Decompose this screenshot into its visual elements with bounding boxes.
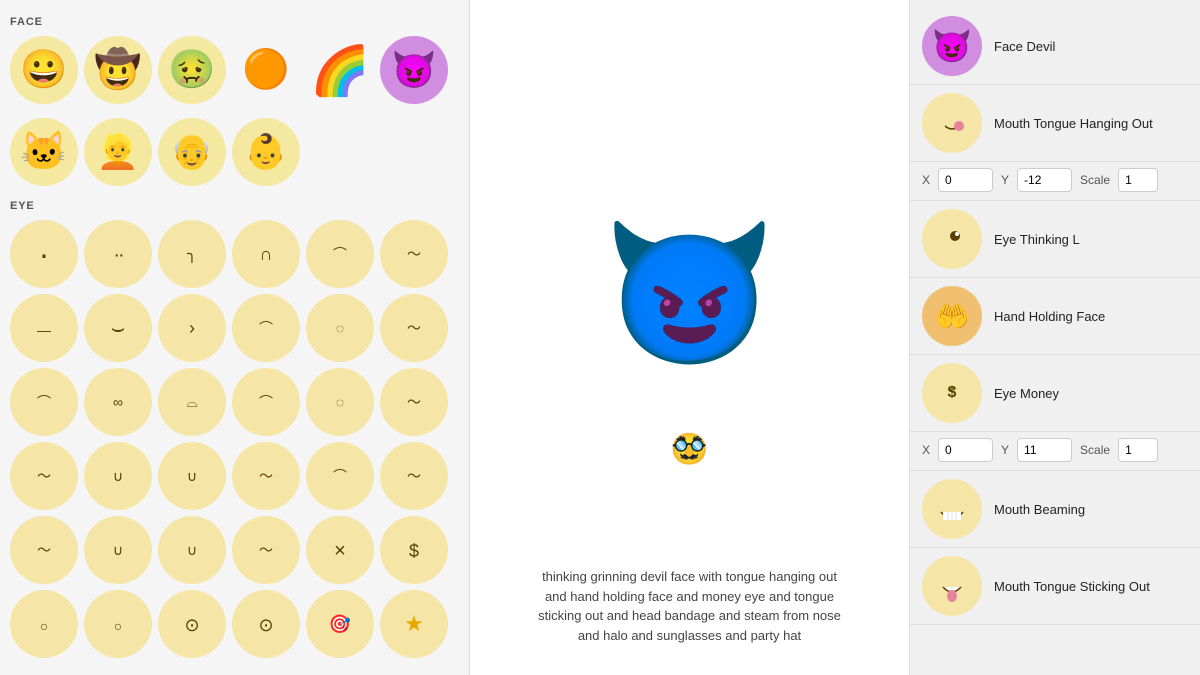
- eye-35[interactable]: 🎯: [306, 590, 374, 658]
- right-panel: 😈 Face Devil Mouth Tongue Hanging Out X …: [910, 0, 1200, 675]
- face-emoji-2[interactable]: 🤠: [84, 36, 152, 104]
- eye-24[interactable]: 〜: [380, 442, 448, 510]
- svg-text:$: $: [948, 384, 957, 401]
- eye-22[interactable]: 〜: [232, 442, 300, 510]
- scale-input-1[interactable]: [1118, 168, 1158, 192]
- face-emoji-8[interactable]: 👱: [84, 118, 152, 186]
- mini-emoji: 🥸: [671, 432, 708, 467]
- eye-11[interactable]: ◌: [306, 294, 374, 362]
- mouth-tongue2-label: Mouth Tongue Sticking Out: [994, 579, 1150, 594]
- right-item-hand-face[interactable]: 🤲 Hand Holding Face: [910, 278, 1200, 355]
- eye-21[interactable]: ∪: [158, 442, 226, 510]
- left-panel: FACE 😀 🤠 🤢 🟠 🌈 😈 🐱 👱 👴 👶 EYE ╮ ∩ ⌒ 〜 › ⌒…: [0, 0, 470, 675]
- x-label-2: X: [922, 443, 930, 457]
- hand-face-thumb: 🤲: [922, 286, 982, 346]
- face-devil-label: Face Devil: [994, 39, 1055, 54]
- eye-29[interactable]: [306, 516, 374, 584]
- eye-8[interactable]: [84, 294, 152, 362]
- face-emoji-10[interactable]: 👶: [232, 118, 300, 186]
- x-input-2[interactable]: [938, 438, 993, 462]
- eye-12[interactable]: 〜: [380, 294, 448, 362]
- eye-9[interactable]: ›: [158, 294, 226, 362]
- mouth-tongue2-thumb: [922, 556, 982, 616]
- description-text: thinking grinning devil face with tongue…: [530, 567, 850, 655]
- mouth-beaming-thumb: [922, 479, 982, 539]
- y-input-1[interactable]: [1017, 168, 1072, 192]
- eye-26[interactable]: ∪: [84, 516, 152, 584]
- eye-33[interactable]: [158, 590, 226, 658]
- right-item-eye-thinking[interactable]: Eye Thinking L: [910, 201, 1200, 278]
- y-label-2: Y: [1001, 443, 1009, 457]
- eye-27[interactable]: ∪: [158, 516, 226, 584]
- middle-panel: 😈 🥸 thinking grinning devil face with to…: [470, 0, 910, 675]
- eye-5[interactable]: ⌒: [306, 220, 374, 288]
- eye-18[interactable]: 〜: [380, 368, 448, 436]
- y-label-1: Y: [1001, 173, 1009, 187]
- right-item-face-devil[interactable]: 😈 Face Devil: [910, 8, 1200, 85]
- face-emoji-1[interactable]: 😀: [10, 36, 78, 104]
- eye-36[interactable]: [380, 590, 448, 658]
- face-emoji-6[interactable]: 😈: [380, 36, 448, 104]
- eye-7[interactable]: [10, 294, 78, 362]
- face-emoji-4[interactable]: 🟠: [232, 36, 300, 104]
- right-item-mouth-tongue2[interactable]: Mouth Tongue Sticking Out: [910, 548, 1200, 625]
- scale-input-2[interactable]: [1118, 438, 1158, 462]
- eye-2[interactable]: [84, 220, 152, 288]
- eye-money-xy-row: X Y Scale: [910, 432, 1200, 471]
- eye-23[interactable]: ⌒: [306, 442, 374, 510]
- eye-3[interactable]: ╮: [158, 220, 226, 288]
- eye-14[interactable]: ∞: [84, 368, 152, 436]
- right-item-mouth-tongue[interactable]: Mouth Tongue Hanging Out: [910, 85, 1200, 162]
- eye-13[interactable]: ⌒: [10, 368, 78, 436]
- y-input-2[interactable]: [1017, 438, 1072, 462]
- face-emoji-7[interactable]: 🐱: [10, 118, 78, 186]
- face-emoji-5[interactable]: 🌈: [306, 36, 374, 104]
- eye-4[interactable]: ∩: [232, 220, 300, 288]
- eye-6[interactable]: 〜: [380, 220, 448, 288]
- x-input-1[interactable]: [938, 168, 993, 192]
- canvas-area: 😈 🥸: [490, 20, 889, 567]
- mouth-tongue-thumb: [922, 93, 982, 153]
- eye-30[interactable]: [380, 516, 448, 584]
- eye-25[interactable]: 〜: [10, 516, 78, 584]
- x-label-1: X: [922, 173, 930, 187]
- eye-1[interactable]: [10, 220, 78, 288]
- eye-19[interactable]: 〜: [10, 442, 78, 510]
- mouth-tongue-xy-row: X Y Scale: [910, 162, 1200, 201]
- eye-section-label: EYE: [10, 200, 459, 212]
- mouth-tongue-label: Mouth Tongue Hanging Out: [994, 116, 1153, 131]
- face-emoji-3[interactable]: 🤢: [158, 36, 226, 104]
- face-section-label: FACE: [10, 16, 459, 28]
- face-devil-thumb: 😈: [922, 16, 982, 76]
- eye-10[interactable]: ⌒: [232, 294, 300, 362]
- scale-label-1: Scale: [1080, 173, 1110, 187]
- eye-thinking-thumb: [922, 209, 982, 269]
- main-emoji: 😈: [602, 224, 776, 364]
- face-emoji-grid-2: 🐱 👱 👴 👶: [10, 118, 459, 186]
- eye-34[interactable]: [232, 590, 300, 658]
- right-item-eye-money[interactable]: $ Eye Money: [910, 355, 1200, 432]
- eye-thinking-label: Eye Thinking L: [994, 232, 1080, 247]
- eye-31[interactable]: [10, 590, 78, 658]
- scale-label-2: Scale: [1080, 443, 1110, 457]
- hand-face-label: Hand Holding Face: [994, 309, 1105, 324]
- eye-money-thumb: $: [922, 363, 982, 423]
- right-item-mouth-beaming[interactable]: Mouth Beaming: [910, 471, 1200, 548]
- eye-15[interactable]: ⌓: [158, 368, 226, 436]
- eye-32[interactable]: [84, 590, 152, 658]
- eye-money-label: Eye Money: [994, 386, 1059, 401]
- eye-17[interactable]: ◌: [306, 368, 374, 436]
- eye-20[interactable]: ∪: [84, 442, 152, 510]
- face-emoji-9[interactable]: 👴: [158, 118, 226, 186]
- face-emoji-grid: 😀 🤠 🤢 🟠 🌈 😈: [10, 36, 459, 104]
- mouth-beaming-label: Mouth Beaming: [994, 502, 1085, 517]
- eye-grid: ╮ ∩ ⌒ 〜 › ⌒ ◌ 〜 ⌒ ∞ ⌓ ⌒ ◌ 〜 〜 ∪ ∪ 〜 ⌒ 〜 …: [10, 220, 459, 658]
- eye-28[interactable]: 〜: [232, 516, 300, 584]
- eye-16[interactable]: ⌒: [232, 368, 300, 436]
